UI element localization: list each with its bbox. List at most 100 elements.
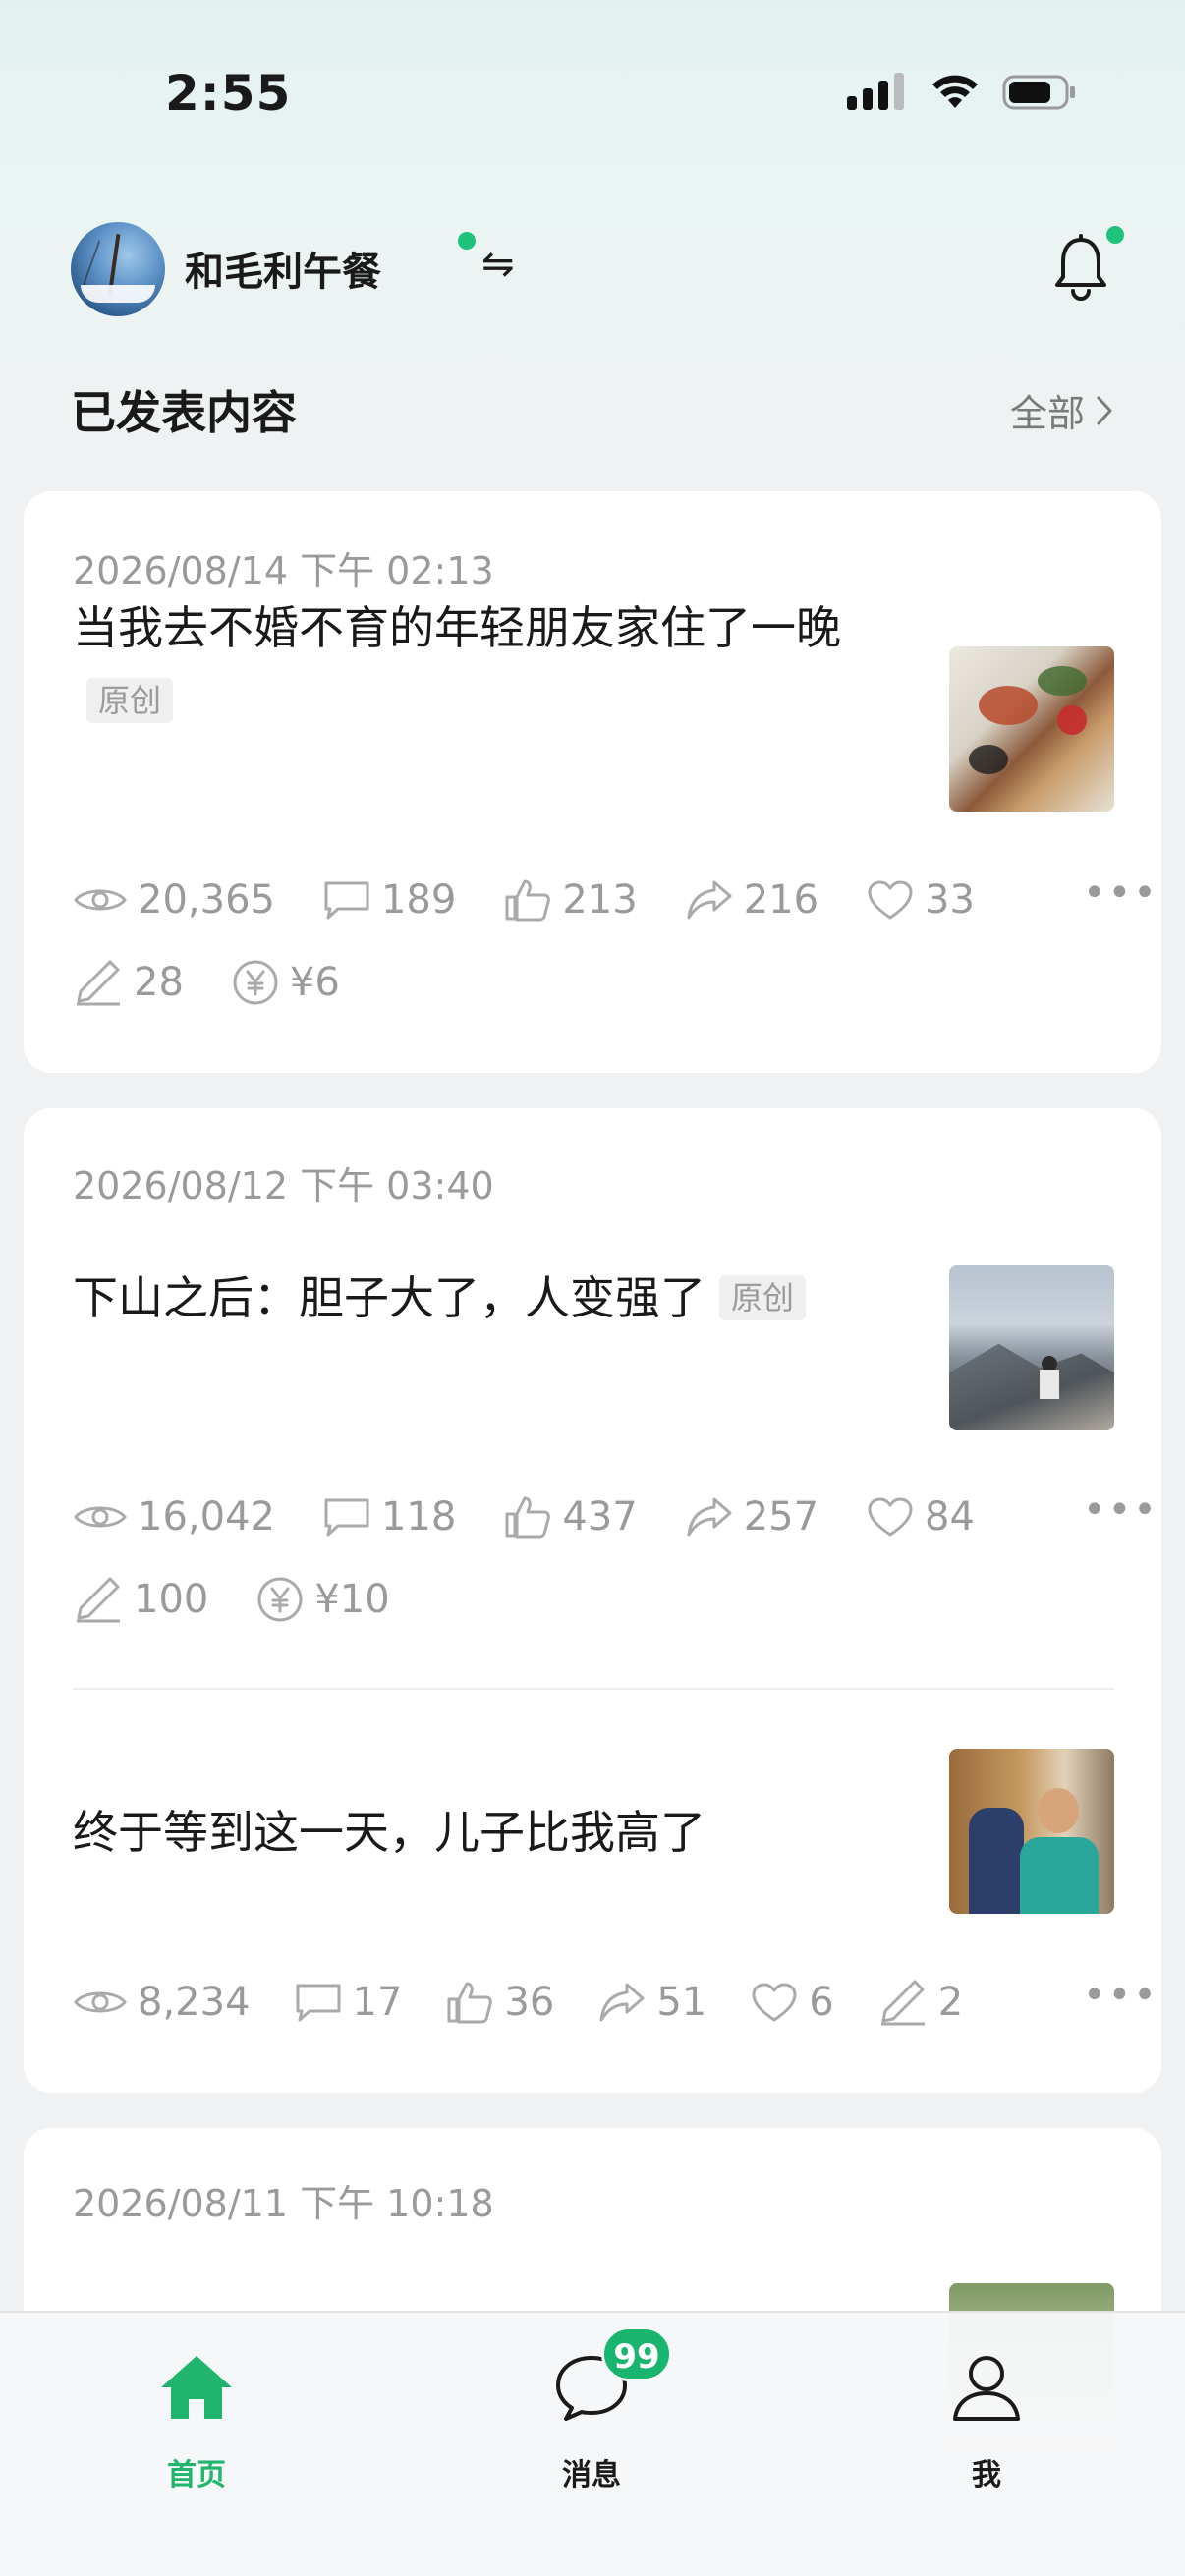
account-status-dot [458, 232, 476, 250]
views-count: 20,365 [138, 877, 275, 923]
likes-count: 36 [504, 1980, 555, 2025]
views-count: 8,234 [138, 1980, 251, 2025]
shares-stat: 51 [597, 1980, 706, 2025]
battery-icon [1002, 75, 1075, 110]
heart-icon [868, 1497, 913, 1537]
post-stats-row: 16,042 118 437 257 84 [73, 1487, 1022, 1546]
views-count: 16,042 [138, 1494, 275, 1540]
more-options-button[interactable]: ••• [1083, 1487, 1158, 1533]
bottom-tab-bar: 首页 消息 我 [0, 2311, 1185, 2576]
more-options-button[interactable]: ••• [1083, 870, 1158, 916]
thumbs-up-icon [505, 879, 551, 922]
post-title[interactable]: 当我去不婚不育的年轻朋友家住了一晚原创 [73, 591, 918, 737]
writing-count: 100 [134, 1577, 209, 1622]
view-all-button[interactable]: 全部 [1010, 383, 1114, 437]
favorites-count: 84 [925, 1494, 975, 1540]
writing-count: 2 [937, 1980, 964, 2025]
tab-me[interactable]: 我 [888, 2342, 1085, 2492]
switch-account-icon[interactable]: ⇋ [481, 242, 515, 287]
comments-count: 189 [380, 877, 457, 923]
favorites-stat: 6 [750, 1980, 834, 2025]
writing-stat: 2 [877, 1978, 963, 2027]
likes-count: 437 [562, 1494, 638, 1540]
post-stats-row-2: 28 ¥6 [73, 953, 387, 1012]
writing-stat: 28 [73, 958, 184, 1007]
likes-stat: 36 [445, 1980, 554, 2025]
account-header: 和毛利午餐 ⇋ [71, 218, 1124, 316]
tab-home-label: 首页 [167, 2458, 226, 2492]
shares-stat: 216 [685, 877, 818, 923]
views-stat: 8,234 [73, 1980, 251, 2025]
reward-amount: ¥6 [289, 960, 340, 1005]
shares-count: 216 [743, 877, 819, 923]
comment-icon [324, 1498, 369, 1537]
shares-stat: 257 [685, 1494, 818, 1540]
post-title-text: 终于等到这一天，儿子比我高了 [73, 1806, 705, 1859]
tab-home[interactable]: 首页 [98, 2342, 295, 2492]
home-icon [161, 2356, 232, 2419]
post-title[interactable]: 终于等到这一天，儿子比我高了 [73, 1796, 918, 1869]
shares-count: 51 [656, 1980, 707, 2025]
post-thumbnail[interactable] [949, 646, 1114, 812]
more-options-button[interactable]: ••• [1083, 1973, 1158, 2018]
share-icon [687, 880, 732, 920]
notification-bell-icon[interactable] [1051, 234, 1110, 303]
eye-icon [74, 1506, 127, 1528]
post-card[interactable]: 2026/08/12 下午 03:40 下山之后：胆子大了，人变强了 原创 16,… [24, 1108, 1161, 2093]
pen-icon [880, 1980, 925, 2026]
comments-stat: 118 [322, 1494, 456, 1540]
messages-badge: 99 [601, 2326, 672, 2381]
section-header: 已发表内容 全部 [71, 377, 1114, 439]
favorites-count: 6 [809, 1980, 834, 2025]
post-thumbnail[interactable] [949, 1265, 1114, 1430]
wifi-icon [932, 75, 978, 108]
reward-stat: ¥6 [231, 958, 340, 1007]
post-title-text: 下山之后：胆子大了，人变强了 [73, 1271, 705, 1324]
comment-icon [296, 1984, 341, 2022]
pen-icon [77, 1577, 120, 1623]
chevron-right-icon [1097, 396, 1112, 424]
post-date: 2026/08/14 下午 02:13 [73, 549, 494, 592]
reward-amount: ¥10 [314, 1577, 390, 1622]
post-title[interactable]: 下山之后：胆子大了，人变强了 原创 [73, 1261, 918, 1334]
comment-icon [324, 881, 369, 920]
views-stat: 20,365 [73, 877, 275, 923]
pen-icon [77, 960, 120, 1006]
post-date: 2026/08/11 下午 10:18 [73, 2182, 494, 2225]
likes-count: 213 [562, 877, 638, 923]
account-name[interactable]: 和毛利午餐 [185, 240, 381, 297]
post-date: 2026/08/12 下午 03:40 [73, 1164, 494, 1207]
post-thumbnail[interactable] [949, 1749, 1114, 1914]
signal-icon [847, 73, 904, 110]
section-title: 已发表内容 [71, 386, 297, 439]
eye-icon [74, 1991, 127, 2013]
yen-coin-icon [257, 1577, 303, 1622]
heart-icon [868, 880, 913, 920]
status-icons [847, 73, 1077, 112]
reward-stat: ¥10 [255, 1575, 390, 1624]
original-tag: 原创 [86, 677, 174, 723]
status-time: 2:55 [165, 65, 292, 122]
share-icon [599, 1983, 645, 2022]
likes-stat: 213 [503, 877, 638, 923]
eye-icon [74, 889, 127, 911]
post-divider [73, 1688, 1114, 1690]
notification-dot [1106, 226, 1124, 244]
comments-count: 118 [380, 1494, 457, 1540]
original-tag: 原创 [719, 1274, 807, 1320]
post-card[interactable]: 2026/08/14 下午 02:13 当我去不婚不育的年轻朋友家住了一晚原创 … [24, 491, 1161, 1073]
view-all-label: 全部 [1009, 392, 1085, 435]
favorites-count: 33 [925, 877, 975, 923]
favorites-stat: 33 [866, 877, 975, 923]
person-icon [953, 2356, 1020, 2421]
shares-count: 257 [743, 1494, 819, 1540]
post-stats-row-2: 100 ¥10 [73, 1570, 437, 1629]
status-bar: 2:55 [0, 0, 1185, 167]
avatar[interactable] [71, 222, 165, 316]
share-icon [687, 1497, 732, 1537]
thumbs-up-icon [447, 1982, 493, 2024]
favorites-stat: 84 [866, 1494, 975, 1540]
tab-me-label: 我 [972, 2458, 1001, 2492]
thumbs-up-icon [505, 1496, 551, 1539]
post-title-text: 当我去不婚不育的年轻朋友家住了一晚 [73, 601, 841, 654]
